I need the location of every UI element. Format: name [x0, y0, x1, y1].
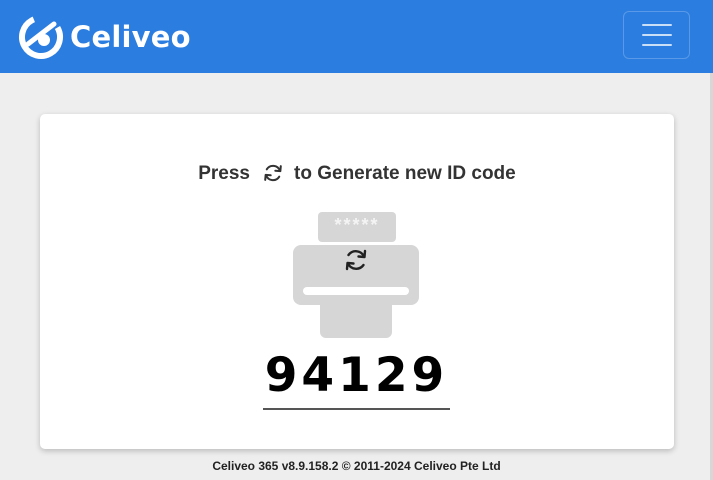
refresh-icon: [264, 164, 282, 182]
brand-name: Celiveo: [70, 20, 191, 54]
celiveo-logo-icon: [18, 14, 63, 59]
id-code-card: Press to Generate new ID code ***** 9412…: [40, 114, 674, 449]
hamburger-menu-icon[interactable]: [623, 11, 690, 59]
top-navbar: Celiveo: [0, 0, 713, 73]
instruction-text: Press to Generate new ID code: [40, 162, 674, 186]
instruction-press-label: Press: [198, 163, 251, 184]
printer-refresh-icon[interactable]: [293, 212, 419, 338]
brand[interactable]: Celiveo: [18, 12, 191, 62]
id-code-value: 94129: [263, 346, 450, 410]
footer-copyright: Celiveo 365 v8.9.158.2 © 2011-2024 Celiv…: [212, 459, 501, 473]
instruction-generate-label: to Generate new ID code: [294, 163, 516, 184]
